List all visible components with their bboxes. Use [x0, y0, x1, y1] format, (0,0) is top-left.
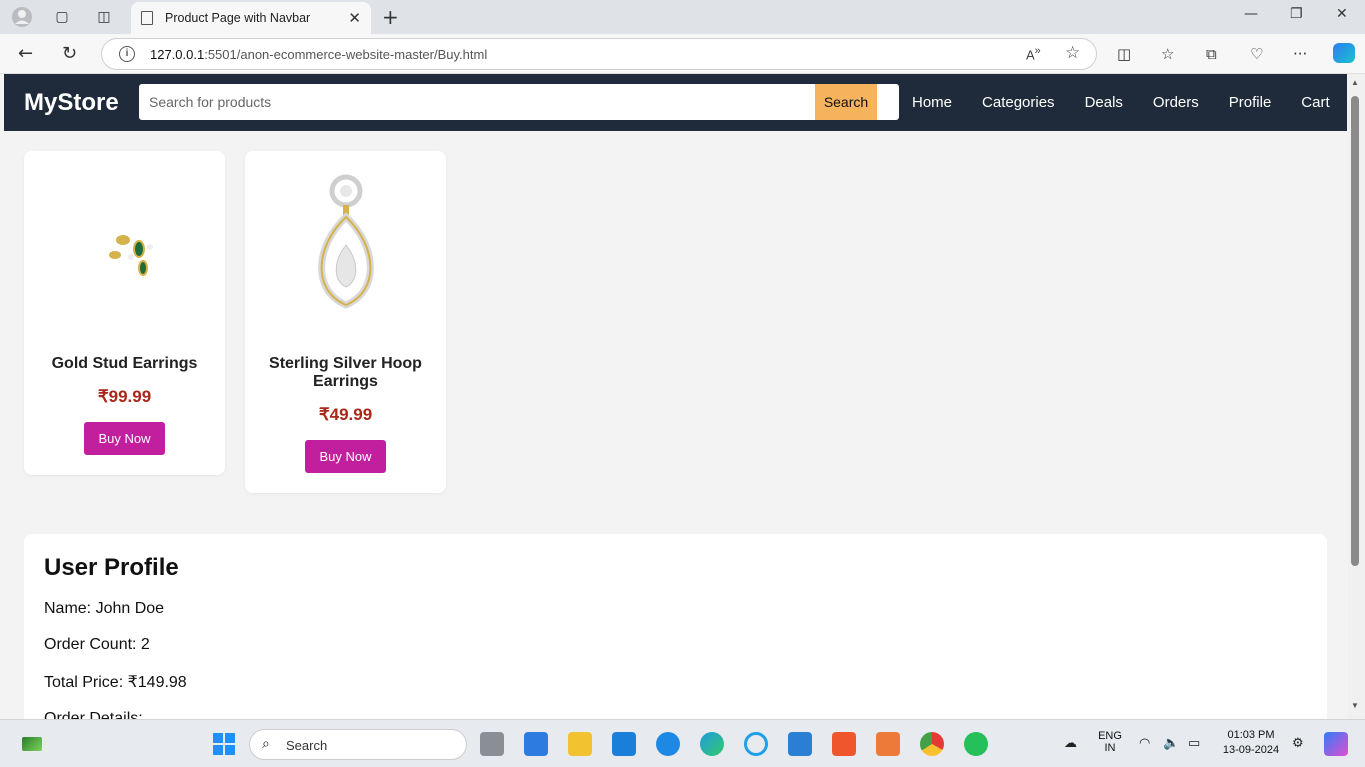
back-icon[interactable]: ←: [18, 43, 33, 64]
product-price: ₹99.99: [97, 387, 152, 406]
split-screen-icon[interactable]: ◫: [1117, 45, 1131, 63]
region-code: IN: [1104, 742, 1116, 754]
windows-start-icon[interactable]: [212, 732, 236, 756]
copilot-taskbar-icon[interactable]: [1324, 732, 1348, 756]
brand-logo[interactable]: MyStore: [24, 89, 119, 117]
product-card: Sterling Silver Hoop Earrings ₹49.99 Buy…: [245, 151, 446, 493]
copilot-icon[interactable]: [1333, 43, 1355, 63]
whatsapp-icon[interactable]: [964, 732, 988, 756]
search-button[interactable]: Search: [815, 84, 877, 120]
battery-icon[interactable]: ▭: [1188, 736, 1200, 751]
profile-name: Name: John Doe: [44, 600, 165, 617]
nav-link-profile[interactable]: Profile: [1229, 94, 1272, 111]
product-image: [45, 165, 205, 335]
browser-tab-bar: ▢ ◫ Product Page with Navbar ✕ + — ❐ ✕: [0, 0, 1365, 34]
search-bar: Search: [139, 84, 899, 120]
product-name: Gold Stud Earrings: [51, 355, 198, 372]
cortana-icon[interactable]: [744, 732, 768, 756]
wifi-icon[interactable]: ◠: [1139, 736, 1150, 751]
store-icon[interactable]: [524, 732, 548, 756]
taskbar-search[interactable]: ⌕ Search: [249, 729, 467, 760]
site-info-icon[interactable]: i: [119, 46, 135, 62]
profile-avatar-icon[interactable]: [11, 6, 33, 28]
minimize-icon[interactable]: —: [1244, 6, 1258, 22]
page-scrollbar[interactable]: ▲ ▼: [1348, 74, 1365, 719]
scroll-up-icon[interactable]: ▲: [1351, 78, 1359, 87]
windows-taskbar: ⌕ Search ☁ ENG IN ◠ 🔈 ▭ 01:03 PM 13-09-2…: [0, 719, 1365, 767]
chrome-icon[interactable]: [920, 732, 944, 756]
favorites-icon[interactable]: ☆: [1161, 45, 1174, 63]
clock-time: 01:03 PM: [1227, 729, 1275, 741]
product-price: ₹49.99: [318, 405, 373, 424]
nav-link-orders[interactable]: Orders: [1153, 94, 1199, 111]
tab-title: Product Page with Navbar: [165, 11, 311, 25]
collections-icon[interactable]: ⧉: [1206, 45, 1217, 63]
new-tab-icon[interactable]: +: [382, 5, 399, 29]
url-text: 127.0.0.1:5501/anon-ecommerce-website-ma…: [150, 47, 488, 62]
nav-link-categories[interactable]: Categories: [982, 94, 1055, 111]
product-name: Sterling Silver Hoop Earrings: [269, 355, 422, 390]
taskbar-search-label: Search: [286, 738, 328, 753]
restore-icon[interactable]: ❐: [1290, 6, 1303, 22]
stock-widget-icon[interactable]: [22, 737, 42, 751]
vscode-icon[interactable]: [788, 732, 812, 756]
page-viewport: MyStore Search Home Categories Deals Ord…: [4, 74, 1347, 719]
profile-order-details: Order Details:: [44, 710, 143, 719]
url-field[interactable]: i 127.0.0.1:5501/anon-ecommerce-website-…: [101, 38, 1097, 70]
myhp-icon[interactable]: [612, 732, 636, 756]
page-icon: [141, 11, 153, 25]
nav-links: Home Categories Deals Orders Profile Car…: [912, 94, 1347, 111]
browser-essentials-icon[interactable]: ♡: [1250, 45, 1263, 63]
user-profile-section: User Profile Name: John Doe Order Count:…: [24, 534, 1327, 719]
onedrive-icon[interactable]: ☁: [1064, 736, 1077, 751]
lang-code: ENG: [1098, 730, 1122, 742]
profile-total-price: Total Price: ₹149.98: [44, 674, 187, 691]
clock-date: 13-09-2024: [1222, 744, 1280, 756]
address-bar-row: ← ↻ i 127.0.0.1:5501/anon-ecommerce-webs…: [0, 34, 1365, 74]
close-window-icon[interactable]: ✕: [1336, 6, 1348, 22]
settings-icon[interactable]: ⚙: [1292, 736, 1304, 751]
help-icon[interactable]: [656, 732, 680, 756]
volume-icon[interactable]: 🔈: [1163, 736, 1179, 751]
product-card: Gold Stud Earrings ₹99.99 Buy Now: [24, 151, 225, 475]
search-icon: ⌕: [262, 736, 270, 752]
language-indicator[interactable]: ENG IN: [1096, 730, 1124, 754]
nav-link-deals[interactable]: Deals: [1085, 94, 1123, 111]
app-icon[interactable]: [876, 732, 900, 756]
nav-link-cart[interactable]: Cart: [1301, 94, 1329, 111]
vertical-tabs-icon[interactable]: ◫: [93, 6, 115, 28]
buy-now-button[interactable]: Buy Now: [305, 440, 386, 473]
file-explorer-icon[interactable]: [568, 732, 592, 756]
product-image: [266, 165, 426, 335]
read-aloud-icon[interactable]: A»: [1026, 45, 1041, 62]
profile-order-count: Order Count: 2: [44, 636, 150, 653]
scroll-down-icon[interactable]: ▼: [1351, 701, 1359, 710]
clock[interactable]: 01:03 PM 13-09-2024: [1218, 729, 1284, 756]
task-view-icon[interactable]: [480, 732, 504, 756]
scrollbar-thumb[interactable]: [1351, 96, 1359, 566]
favorite-star-icon[interactable]: ☆: [1065, 43, 1080, 63]
brave-icon[interactable]: [832, 732, 856, 756]
buy-now-button[interactable]: Buy Now: [84, 422, 165, 455]
close-tab-icon[interactable]: ✕: [348, 9, 361, 27]
workspaces-icon[interactable]: ▢: [51, 6, 73, 28]
site-navbar: MyStore Search Home Categories Deals Ord…: [4, 74, 1347, 131]
nav-link-home[interactable]: Home: [912, 94, 952, 111]
tab-product-page[interactable]: Product Page with Navbar ✕: [131, 2, 371, 34]
more-menu-icon[interactable]: ···: [1293, 45, 1307, 63]
refresh-icon[interactable]: ↻: [62, 43, 77, 64]
profile-title: User Profile: [44, 554, 179, 581]
edge-icon[interactable]: [700, 732, 724, 756]
search-input[interactable]: [139, 84, 815, 120]
